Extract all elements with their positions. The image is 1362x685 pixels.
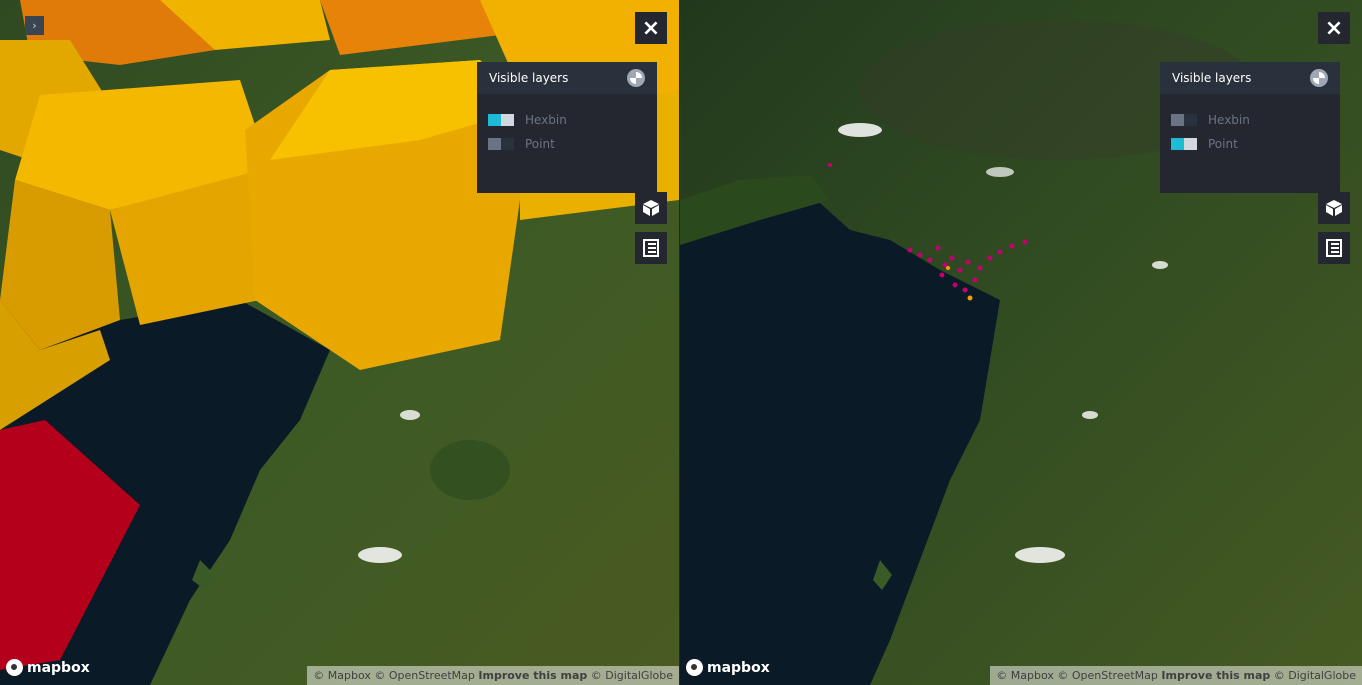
point-marker bbox=[977, 265, 983, 271]
close-icon: × bbox=[1324, 15, 1344, 41]
layers-panel-header: Visible layers bbox=[477, 62, 657, 94]
3d-view-button[interactable] bbox=[1318, 192, 1350, 224]
point-marker bbox=[907, 247, 913, 253]
cube-icon bbox=[1326, 200, 1342, 216]
toggle-switch-off[interactable] bbox=[488, 138, 514, 150]
layer-label-point: Point bbox=[525, 137, 555, 151]
point-marker bbox=[962, 287, 968, 293]
mapbox-logo-icon bbox=[6, 659, 23, 676]
visible-layers-panel: Visible layers Hexbin Point bbox=[1160, 62, 1340, 193]
toggle-switch-on[interactable] bbox=[488, 114, 514, 126]
point-marker bbox=[965, 259, 971, 265]
point-marker bbox=[997, 249, 1003, 255]
attrib-mapbox-link[interactable]: © Mapbox bbox=[313, 669, 371, 682]
visible-layers-panel: Visible layers Hexbin Point bbox=[477, 62, 657, 193]
mapbox-logo[interactable]: mapbox bbox=[686, 659, 770, 676]
point-marker bbox=[1009, 243, 1015, 249]
mapbox-logo[interactable]: mapbox bbox=[6, 659, 90, 676]
close-map-button[interactable]: × bbox=[1318, 12, 1350, 44]
legend-button[interactable] bbox=[635, 232, 667, 264]
point-marker bbox=[828, 163, 832, 167]
legend-button[interactable] bbox=[1318, 232, 1350, 264]
layers-panel-header: Visible layers bbox=[1160, 62, 1340, 94]
point-marker bbox=[957, 267, 963, 273]
mapbox-logo-text: mapbox bbox=[27, 659, 90, 676]
attrib-osm-link[interactable]: © OpenStreetMap bbox=[1057, 669, 1158, 682]
mapbox-logo-icon bbox=[686, 659, 703, 676]
point-marker bbox=[987, 255, 993, 261]
hexbin-cell bbox=[320, 0, 500, 55]
point-marker bbox=[952, 282, 958, 288]
right-map-pane[interactable]: × Visible layers Hexbin Point mapbox © M… bbox=[680, 0, 1362, 685]
close-map-button[interactable]: × bbox=[635, 12, 667, 44]
layers-panel-title: Visible layers bbox=[1172, 71, 1252, 85]
layer-toggle-point[interactable]: Point bbox=[488, 132, 646, 156]
legend-list-icon bbox=[1326, 239, 1342, 257]
mapbox-logo-text: mapbox bbox=[707, 659, 770, 676]
legend-list-icon bbox=[643, 239, 659, 257]
close-icon: × bbox=[641, 15, 661, 41]
layers-pie-icon[interactable] bbox=[1310, 69, 1328, 87]
cube-icon bbox=[643, 200, 659, 216]
layer-label-hexbin: Hexbin bbox=[525, 113, 567, 127]
left-map-pane[interactable]: › × Visible layers Hexbin Point mapbox ©… bbox=[0, 0, 679, 685]
attrib-mapbox-link[interactable]: © Mapbox bbox=[996, 669, 1054, 682]
layer-toggle-point[interactable]: Point bbox=[1171, 132, 1329, 156]
point-marker bbox=[946, 266, 950, 270]
toggle-switch-off[interactable] bbox=[1171, 114, 1197, 126]
layer-label-hexbin: Hexbin bbox=[1208, 113, 1250, 127]
layer-toggle-hexbin[interactable]: Hexbin bbox=[488, 108, 646, 132]
3d-view-button[interactable] bbox=[635, 192, 667, 224]
expand-sidepanel-button[interactable]: › bbox=[25, 16, 44, 35]
layer-toggle-hexbin[interactable]: Hexbin bbox=[1171, 108, 1329, 132]
attrib-digitalglobe-link[interactable]: © DigitalGlobe bbox=[591, 669, 673, 682]
map-attribution: © Mapbox © OpenStreetMap Improve this ma… bbox=[990, 666, 1362, 685]
layers-panel-title: Visible layers bbox=[489, 71, 569, 85]
map-attribution: © Mapbox © OpenStreetMap Improve this ma… bbox=[307, 666, 679, 685]
improve-map-link[interactable]: Improve this map bbox=[478, 669, 587, 682]
point-marker bbox=[917, 252, 923, 258]
layer-label-point: Point bbox=[1208, 137, 1238, 151]
point-marker bbox=[949, 255, 955, 261]
point-marker bbox=[927, 257, 933, 263]
point-marker bbox=[935, 245, 941, 251]
point-marker bbox=[967, 295, 973, 301]
hexbin-cell bbox=[0, 420, 140, 670]
point-marker bbox=[972, 277, 978, 283]
point-marker bbox=[1022, 239, 1028, 245]
layers-pie-icon[interactable] bbox=[627, 69, 645, 87]
attrib-osm-link[interactable]: © OpenStreetMap bbox=[374, 669, 475, 682]
improve-map-link[interactable]: Improve this map bbox=[1161, 669, 1270, 682]
point-marker bbox=[939, 272, 945, 278]
attrib-digitalglobe-link[interactable]: © DigitalGlobe bbox=[1274, 669, 1356, 682]
toggle-switch-on[interactable] bbox=[1171, 138, 1197, 150]
chevron-right-icon: › bbox=[32, 19, 37, 32]
